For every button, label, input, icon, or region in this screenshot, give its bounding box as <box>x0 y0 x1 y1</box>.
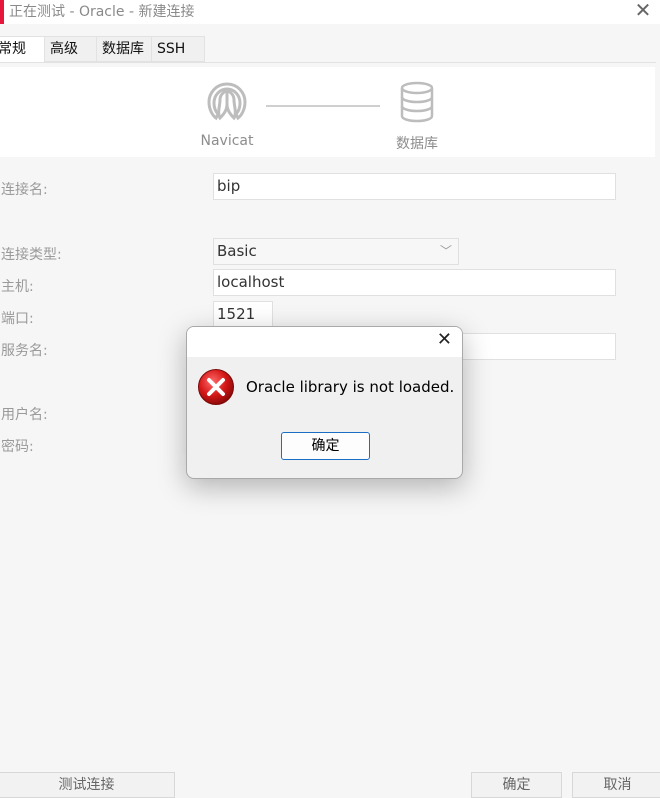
service-name-label: 服务名: <box>1 343 48 359</box>
connection-name-input[interactable]: bip <box>213 173 616 200</box>
error-dialog: ✕ Oracle library is not loaded. 确定 <box>186 326 463 479</box>
ok-button[interactable]: 确定 <box>471 772 562 798</box>
host-label: 主机: <box>1 279 34 295</box>
database-icon <box>400 81 434 123</box>
dialog-header: ✕ <box>187 327 462 357</box>
dialog-ok-button[interactable]: 确定 <box>281 432 370 460</box>
tab-label: 常规 <box>0 41 26 57</box>
dialog-close-icon[interactable]: ✕ <box>437 329 452 350</box>
error-icon <box>198 369 234 405</box>
connection-type-value: Basic <box>217 242 257 260</box>
tab-database[interactable]: 数据库 <box>96 36 152 62</box>
chevron-down-icon: ﹀ <box>439 244 452 258</box>
tab-general[interactable]: 常规 <box>0 36 45 63</box>
window-close-icon[interactable]: ✕ <box>630 0 656 22</box>
database-label: 数据库 <box>396 136 438 152</box>
tab-label: 数据库 <box>102 41 144 57</box>
connection-line <box>266 105 380 107</box>
dialog-message: Oracle library is not loaded. <box>246 378 455 396</box>
tab-advanced[interactable]: 高级 <box>44 36 97 62</box>
test-connection-button[interactable]: 测试连接 <box>0 772 175 798</box>
window-title: 正在测试 - Oracle - 新建连接 <box>9 4 195 20</box>
port-label: 端口: <box>1 311 34 327</box>
username-label: 用户名: <box>1 407 48 423</box>
connection-name-label: 连接名: <box>1 182 48 198</box>
title-accent <box>0 0 4 24</box>
navicat-label: Navicat <box>200 133 254 149</box>
tab-ssh[interactable]: SSH <box>151 36 205 62</box>
host-input[interactable]: localhost <box>213 269 616 296</box>
password-label: 密码: <box>1 439 34 455</box>
connection-diagram <box>0 67 655 157</box>
connection-type-label: 连接类型: <box>1 247 62 263</box>
connection-type-select[interactable]: Basic ﹀ <box>213 238 459 265</box>
tab-label: SSH <box>157 41 186 57</box>
cancel-button[interactable]: 取消 <box>572 772 660 798</box>
port-input[interactable]: 1521 <box>213 301 273 328</box>
tab-label: 高级 <box>50 41 78 57</box>
title-bar: 正在测试 - Oracle - 新建连接 ✕ <box>0 0 660 24</box>
navicat-logo-icon <box>207 82 247 121</box>
